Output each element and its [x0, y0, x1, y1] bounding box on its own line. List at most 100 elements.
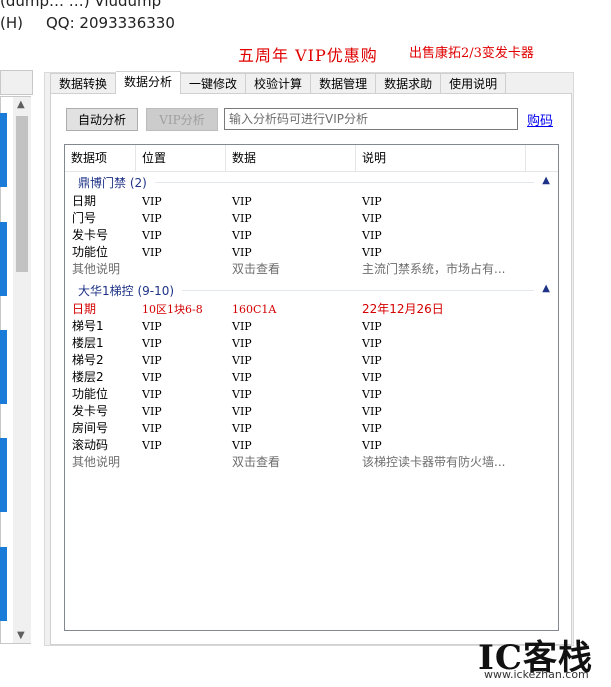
cell-note: 主流门禁系统，市场占有...	[362, 262, 506, 276]
cell-note: VIP	[362, 422, 382, 435]
file-tile[interactable]	[0, 438, 7, 512]
cell-position: VIP	[142, 195, 162, 208]
qq-contact: QQ: 2093336330	[46, 14, 175, 32]
cell-item: 日期	[72, 194, 97, 208]
column-header-item[interactable]: 数据项	[65, 145, 136, 171]
cell-position: VIP	[142, 246, 162, 259]
cell-note: VIP	[362, 354, 382, 367]
group-name: 鼎博门禁 (2)	[78, 176, 147, 190]
list-group-header[interactable]: 鼎博门禁 (2) ▲	[65, 173, 558, 191]
list-header: 数据项 位置 数据 说明	[65, 145, 558, 172]
table-row[interactable]: 梯号1 VIP VIP VIP	[65, 318, 558, 335]
right-margin	[574, 72, 611, 646]
cell-position: VIP	[142, 422, 162, 435]
cell-note: 该梯控读卡器带有防火墙...	[362, 455, 506, 469]
cell-note: VIP	[362, 439, 382, 452]
column-header-data[interactable]: 数据	[226, 145, 356, 171]
table-row[interactable]: 发卡号 VIP VIP VIP	[65, 227, 558, 244]
cell-item: 梯号1	[72, 319, 104, 333]
table-row[interactable]: 功能位 VIP VIP VIP	[65, 244, 558, 261]
cell-item: 其他说明	[72, 455, 121, 469]
file-tile[interactable]	[0, 547, 7, 621]
tab-strip: 数据转换 数据分析 一键修改 校验计算 数据管理 数据求助 使用说明	[50, 71, 507, 95]
left-toolbar	[0, 70, 33, 95]
cell-note: 22年12月26日	[362, 302, 444, 316]
table-row[interactable]: 滚动码 VIP VIP VIP	[65, 437, 558, 454]
file-tile[interactable]	[0, 330, 7, 404]
cell-position: VIP	[142, 354, 162, 367]
vip-analyze-button[interactable]: VIP分析	[146, 108, 218, 131]
menu-help[interactable]: (H)	[0, 14, 23, 32]
cell-item: 门号	[72, 211, 97, 225]
cell-data: 双击查看	[232, 455, 281, 469]
cell-position: VIP	[142, 229, 162, 242]
tab-6[interactable]: 数据求助	[376, 73, 442, 95]
table-row[interactable]: 楼层1 VIP VIP VIP	[65, 335, 558, 352]
list-group-header[interactable]: 大华1梯控 (9-10) ▲	[65, 281, 558, 299]
table-row[interactable]: 梯号2 VIP VIP VIP	[65, 352, 558, 369]
cell-note: VIP	[362, 388, 382, 401]
table-row[interactable]: 其他说明 双击查看 主流门禁系统，市场占有...	[65, 261, 558, 278]
cell-data: 160C1A	[232, 303, 277, 316]
cell-data: VIP	[232, 354, 252, 367]
cell-data: 双击查看	[232, 262, 281, 276]
cell-data: VIP	[232, 212, 252, 225]
cell-data: VIP	[232, 229, 252, 242]
cell-data: VIP	[232, 388, 252, 401]
column-header-note[interactable]: 说明	[356, 145, 526, 171]
cell-position: VIP	[142, 320, 162, 333]
table-row[interactable]: 功能位 VIP VIP VIP	[65, 386, 558, 403]
scroll-thumb[interactable]	[16, 116, 28, 272]
cell-item: 功能位	[72, 245, 109, 259]
cell-data: VIP	[232, 246, 252, 259]
table-row[interactable]: 门号 VIP VIP VIP	[65, 210, 558, 227]
tab-2[interactable]: 数据分析	[116, 71, 182, 94]
file-tile[interactable]	[0, 222, 7, 296]
group-name: 大华1梯控 (9-10)	[78, 284, 175, 298]
cell-data: VIP	[232, 371, 252, 384]
group-divider	[155, 182, 534, 183]
window-title: (dump… …) Viudump	[0, 0, 162, 10]
sale-promo-banner[interactable]: 出售康拓2/3变发卡器	[409, 42, 534, 61]
column-header-position[interactable]: 位置	[136, 145, 226, 171]
cell-note: VIP	[362, 246, 382, 259]
cell-data: VIP	[232, 195, 252, 208]
collapse-chevron-icon[interactable]: ▲	[542, 283, 550, 294]
cell-item: 梯号2	[72, 353, 104, 367]
cell-note: VIP	[362, 337, 382, 350]
table-row[interactable]: 其他说明 双击查看 该梯控读卡器带有防火墙...	[65, 454, 558, 471]
ickezhan-url: www.ickezhan.com	[484, 668, 589, 681]
buy-code-link[interactable]: 购码	[527, 110, 553, 129]
cell-data: VIP	[232, 320, 252, 333]
cell-note: VIP	[362, 371, 382, 384]
cell-data: VIP	[232, 405, 252, 418]
cell-note: VIP	[362, 229, 382, 242]
vip-promo-banner[interactable]: 五周年 VIP优惠购	[238, 42, 378, 66]
cell-position: VIP	[142, 337, 162, 350]
table-row[interactable]: 楼层2 VIP VIP VIP	[65, 369, 558, 386]
table-row[interactable]: 房间号 VIP VIP VIP	[65, 420, 558, 437]
scroll-up-icon[interactable]: ▲	[17, 99, 25, 110]
collapse-chevron-icon[interactable]: ▲	[542, 175, 550, 186]
file-list-scrollbar[interactable]: ▲ ▼	[13, 97, 31, 643]
table-row[interactable]: 发卡号 VIP VIP VIP	[65, 403, 558, 420]
auto-analyze-button[interactable]: 自动分析	[66, 108, 138, 131]
table-row[interactable]: 日期 10区1块6-8 160C1A 22年12月26日	[65, 301, 558, 318]
cell-note: VIP	[362, 405, 382, 418]
cell-position: VIP	[142, 371, 162, 384]
cell-data: VIP	[232, 422, 252, 435]
tab-5[interactable]: 数据管理	[311, 73, 377, 95]
cell-item: 发卡号	[72, 404, 109, 418]
cell-item: 楼层1	[72, 336, 104, 350]
cell-note: VIP	[362, 195, 382, 208]
tab-7[interactable]: 使用说明	[441, 73, 507, 95]
scroll-down-icon[interactable]: ▼	[17, 630, 25, 641]
table-row[interactable]: 日期 VIP VIP VIP	[65, 193, 558, 210]
analysis-code-input[interactable]	[224, 108, 518, 130]
cell-item: 滚动码	[72, 438, 109, 452]
tab-1[interactable]: 数据转换	[50, 73, 117, 95]
file-tile[interactable]	[0, 113, 7, 187]
tab-4[interactable]: 校验计算	[246, 73, 312, 95]
analysis-list[interactable]: 数据项 位置 数据 说明 鼎博门禁 (2) ▲ 日期 VIP VIP VIP 门号 VIP VI…	[64, 144, 559, 631]
tab-3[interactable]: 一键修改	[181, 73, 247, 95]
